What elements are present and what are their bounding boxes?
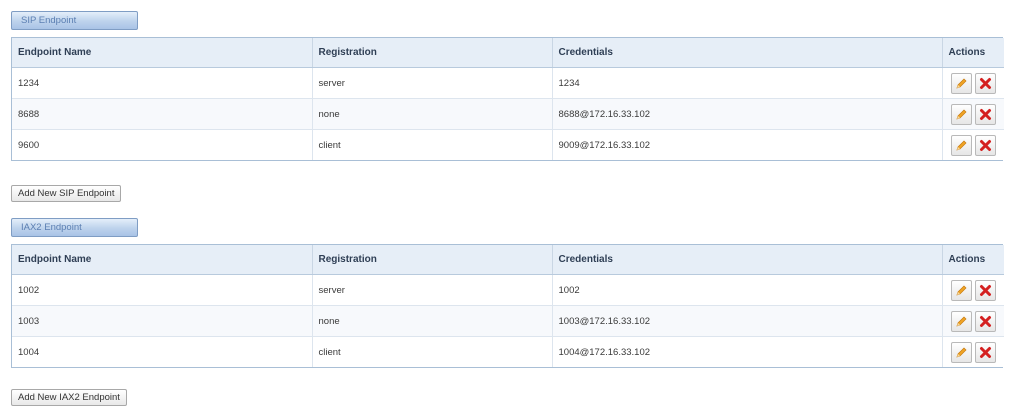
iax2-endpoint-tab[interactable]: IAX2 Endpoint — [11, 218, 138, 237]
table-row: 1004 client 1004@172.16.33.102 — [12, 336, 1004, 367]
endpoint-name-cell: 1003 — [12, 305, 313, 337]
edit-button[interactable] — [950, 341, 972, 363]
table-row: 1234 server 1234 — [12, 67, 1004, 99]
registration-cell: client — [312, 129, 553, 160]
sip-endpoint-tab[interactable]: SIP Endpoint — [11, 11, 138, 30]
delete-button[interactable] — [974, 134, 996, 156]
add-sip-endpoint-label: Add New SIP Endpoint — [18, 188, 115, 199]
delete-x-icon — [979, 346, 991, 358]
edit-button[interactable] — [950, 134, 972, 156]
table-header-row: Endpoint Name Registration Credentials A… — [12, 245, 1004, 275]
column-header-registration: Registration — [312, 245, 553, 275]
pencil-icon — [955, 347, 966, 358]
credentials-cell: 1003@172.16.33.102 — [552, 305, 943, 337]
credentials-cell: 9009@172.16.33.102 — [552, 129, 943, 160]
pencil-icon — [955, 316, 966, 327]
credentials-cell: 8688@172.16.33.102 — [552, 98, 943, 130]
add-iax2-endpoint-label: Add New IAX2 Endpoint — [18, 392, 120, 403]
endpoint-name-cell: 8688 — [12, 98, 313, 130]
delete-button[interactable] — [974, 279, 996, 301]
delete-button[interactable] — [974, 72, 996, 94]
actions-cell — [942, 98, 1004, 130]
column-header-registration: Registration — [312, 38, 553, 68]
registration-cell: none — [312, 98, 553, 130]
table-row: 1002 server 1002 — [12, 274, 1004, 306]
registration-cell: none — [312, 305, 553, 337]
edit-button[interactable] — [950, 310, 972, 332]
table-header-row: Endpoint Name Registration Credentials A… — [12, 38, 1004, 68]
delete-button[interactable] — [974, 310, 996, 332]
pencil-icon — [955, 78, 966, 89]
edit-button[interactable] — [950, 279, 972, 301]
pencil-icon — [955, 140, 966, 151]
actions-cell — [942, 336, 1004, 367]
endpoint-name-cell: 1002 — [12, 274, 313, 306]
iax2-endpoint-table: Endpoint Name Registration Credentials A… — [11, 244, 1004, 368]
edit-button[interactable] — [950, 103, 972, 125]
delete-x-icon — [979, 139, 991, 151]
delete-x-icon — [979, 315, 991, 327]
column-header-endpoint-name: Endpoint Name — [12, 38, 313, 68]
actions-cell — [942, 305, 1004, 337]
credentials-cell: 1002 — [552, 274, 943, 306]
pencil-icon — [955, 109, 966, 120]
column-header-endpoint-name: Endpoint Name — [12, 245, 313, 275]
endpoint-name-cell: 1004 — [12, 336, 313, 367]
edit-button[interactable] — [950, 72, 972, 94]
iax2-endpoint-tab-label: IAX2 Endpoint — [21, 222, 82, 233]
delete-x-icon — [979, 77, 991, 89]
credentials-cell: 1234 — [552, 67, 943, 99]
sip-endpoint-tab-label: SIP Endpoint — [21, 15, 77, 26]
actions-cell — [942, 274, 1004, 306]
sip-endpoint-table: Endpoint Name Registration Credentials A… — [11, 37, 1004, 161]
endpoint-name-cell: 1234 — [12, 67, 313, 99]
delete-x-icon — [979, 108, 991, 120]
table-row: 9600 client 9009@172.16.33.102 — [12, 129, 1004, 160]
delete-x-icon — [979, 284, 991, 296]
registration-cell: server — [312, 67, 553, 99]
table-row: 8688 none 8688@172.16.33.102 — [12, 98, 1004, 130]
column-header-credentials: Credentials — [552, 38, 943, 68]
table-row: 1003 none 1003@172.16.33.102 — [12, 305, 1004, 337]
column-header-actions: Actions — [942, 38, 1004, 68]
column-header-credentials: Credentials — [552, 245, 943, 275]
endpoint-name-cell: 9600 — [12, 129, 313, 160]
registration-cell: client — [312, 336, 553, 367]
column-header-actions: Actions — [942, 245, 1004, 275]
delete-button[interactable] — [974, 341, 996, 363]
credentials-cell: 1004@172.16.33.102 — [552, 336, 943, 367]
add-iax2-endpoint-button[interactable]: Add New IAX2 Endpoint — [11, 389, 127, 406]
delete-button[interactable] — [974, 103, 996, 125]
pencil-icon — [955, 285, 966, 296]
actions-cell — [942, 129, 1004, 160]
registration-cell: server — [312, 274, 553, 306]
actions-cell — [942, 67, 1004, 99]
add-sip-endpoint-button[interactable]: Add New SIP Endpoint — [11, 185, 122, 202]
